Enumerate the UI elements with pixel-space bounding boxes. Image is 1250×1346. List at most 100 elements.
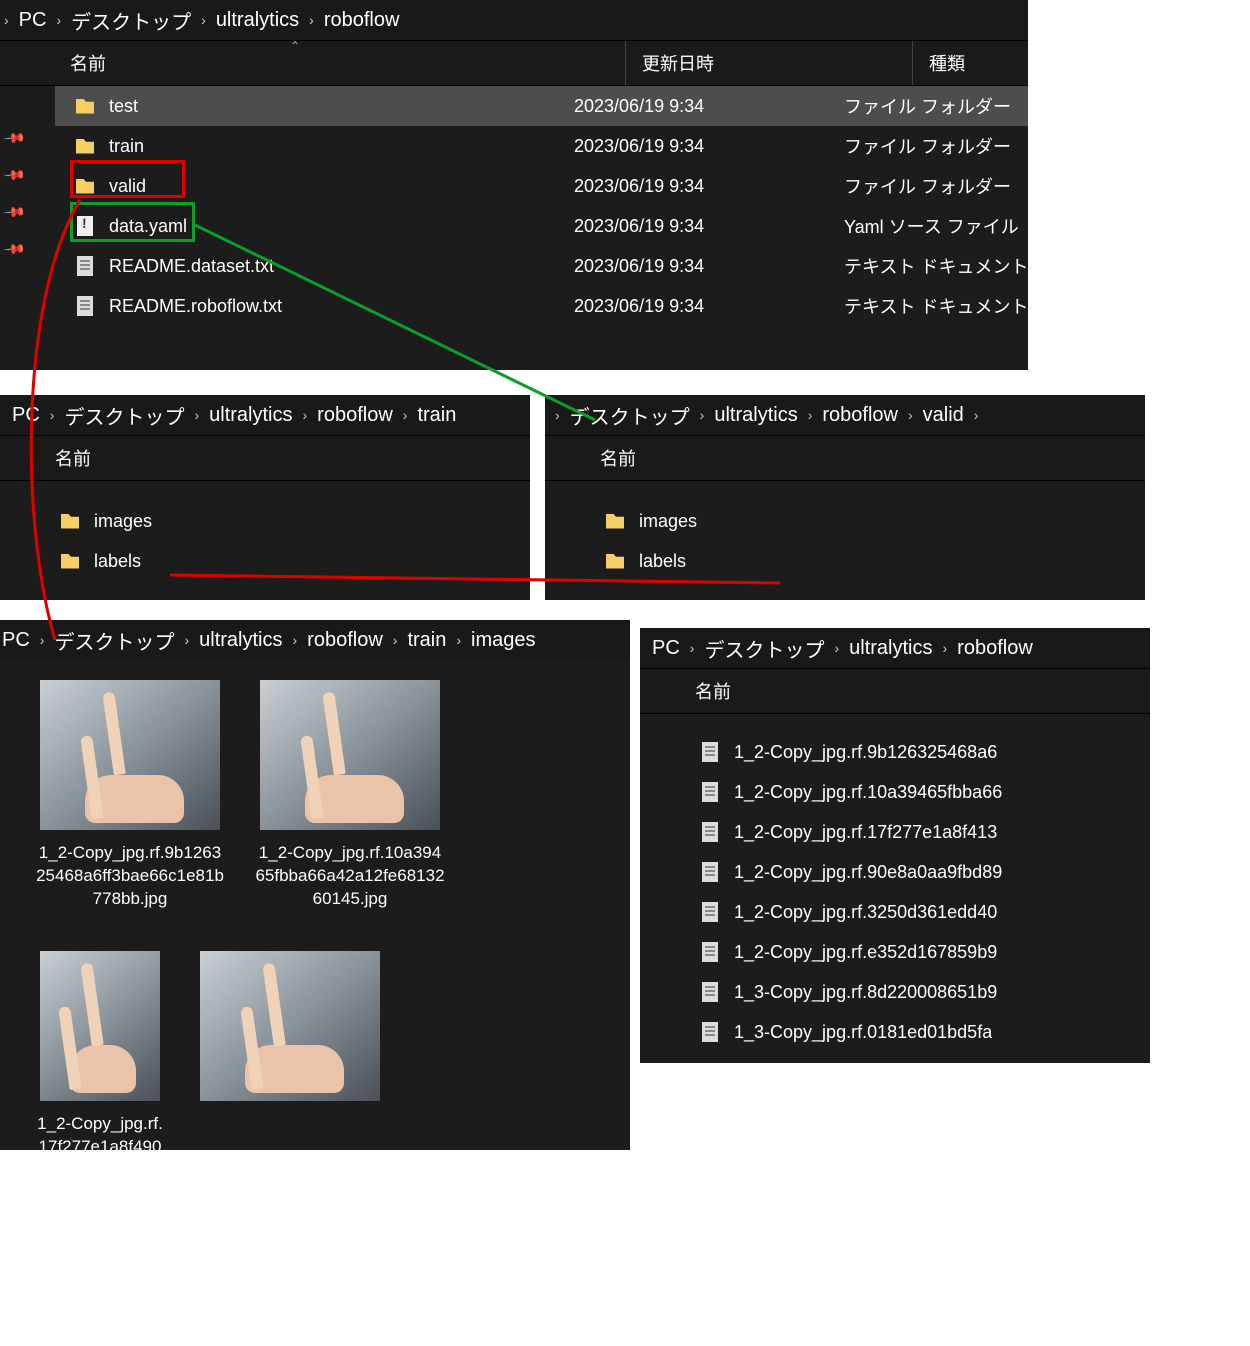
file-row[interactable]: test2023/06/19 9:34ファイル フォルダー — [55, 86, 1028, 126]
breadcrumb[interactable]: PC › デスクトップ › ultralytics › roboflow › t… — [0, 395, 530, 435]
file-name: test — [109, 96, 574, 117]
pin-icon: 📌 — [3, 126, 27, 150]
image-thumb[interactable]: 1_2-Copy_jpg.rf.9b126325468a6ff3bae66c1e… — [40, 680, 220, 911]
chevron-right-icon: › — [830, 640, 843, 656]
crumb-ultralytics[interactable]: ultralytics — [193, 629, 288, 652]
chevron-right-icon: › — [289, 632, 302, 648]
breadcrumb[interactable]: PC › デスクトップ › ultralytics › roboflow — [640, 628, 1150, 668]
highlight-train — [70, 160, 185, 198]
text-file-icon — [700, 742, 720, 762]
file-row[interactable]: 1_2-Copy_jpg.rf.17f277e1a8f413 — [680, 812, 1150, 852]
image-preview — [200, 951, 380, 1101]
column-name[interactable]: 名前 — [545, 445, 636, 471]
file-row[interactable]: 1_2-Copy_jpg.rf.90e8a0aa9fbd89 — [680, 852, 1150, 892]
image-preview — [40, 680, 220, 830]
file-row[interactable]: 1_2-Copy_jpg.rf.3250d361edd40 — [680, 892, 1150, 932]
crumb-desktop[interactable]: デスクトップ — [58, 401, 190, 430]
chevron-right-icon: › — [686, 640, 699, 656]
chevron-right-icon: › — [46, 407, 59, 423]
column-header-row: 名前 — [640, 668, 1150, 714]
file-row[interactable]: labels — [585, 541, 1145, 581]
file-row[interactable]: data.yaml2023/06/19 9:34Yaml ソース ファイル — [55, 206, 1028, 246]
file-row[interactable]: 1_3-Copy_jpg.rf.8d220008651b9 — [680, 972, 1150, 1012]
crumb-pc[interactable]: PC — [2, 629, 36, 652]
crumb-ultralytics[interactable]: ultralytics — [203, 404, 298, 427]
crumb-images[interactable]: images — [465, 629, 541, 652]
chevron-right-icon: › — [190, 407, 203, 423]
sort-caret-icon: ⌃ — [290, 39, 300, 53]
text-file-icon — [700, 1022, 720, 1042]
column-header-row: 名前 — [0, 435, 530, 481]
text-file-icon — [700, 862, 720, 882]
chevron-right-icon: › — [551, 407, 564, 423]
column-modified[interactable]: 更新日時 — [625, 41, 912, 85]
image-filename: 1_2-Copy_jpg.rf.17f277e1a8f4907e4da1ae32… — [35, 1101, 165, 1150]
breadcrumb[interactable]: › PC › デスクトップ › ultralytics › roboflow — [0, 0, 1028, 40]
file-name: 1_2-Copy_jpg.rf.17f277e1a8f413 — [734, 822, 997, 843]
crumb-ultralytics[interactable]: ultralytics — [708, 404, 803, 427]
crumb-valid[interactable]: valid — [917, 404, 970, 427]
crumb-ultralytics[interactable]: ultralytics — [210, 9, 305, 32]
file-row[interactable]: images — [40, 501, 530, 541]
file-list: imageslabels — [0, 481, 530, 581]
column-name[interactable]: 名前 — [0, 50, 625, 76]
column-header-row: ⌃ 名前 更新日時 種類 — [0, 40, 1028, 86]
image-thumb[interactable] — [200, 951, 380, 1150]
crumb-train[interactable]: train — [411, 404, 462, 427]
file-name: 1_3-Copy_jpg.rf.0181ed01bd5fa — [734, 1022, 992, 1043]
crumb-ultralytics[interactable]: ultralytics — [843, 637, 938, 660]
breadcrumb[interactable]: PC › デスクトップ › ultralytics › roboflow › t… — [0, 620, 630, 660]
pinned-sidebar: 📌 📌 📌 📌 — [0, 130, 30, 258]
file-row[interactable]: README.roboflow.txt2023/06/19 9:34テキスト ド… — [55, 286, 1028, 326]
file-modified: 2023/06/19 9:34 — [574, 216, 844, 237]
file-modified: 2023/06/19 9:34 — [574, 256, 844, 277]
file-row[interactable]: images — [585, 501, 1145, 541]
crumb-train[interactable]: train — [401, 629, 452, 652]
image-preview — [40, 951, 160, 1101]
explorer-valid: › デスクトップ › ultralytics › roboflow › vali… — [545, 395, 1145, 600]
file-modified: 2023/06/19 9:34 — [574, 136, 844, 157]
crumb-roboflow[interactable]: roboflow — [311, 404, 399, 427]
column-name[interactable]: 名前 — [640, 678, 731, 704]
crumb-roboflow[interactable]: roboflow — [951, 637, 1039, 660]
file-row[interactable]: 1_2-Copy_jpg.rf.10a39465fbba66 — [680, 772, 1150, 812]
crumb-desktop[interactable]: デスクトップ — [698, 634, 830, 663]
column-name[interactable]: 名前 — [0, 445, 91, 471]
file-list: 1_2-Copy_jpg.rf.9b126325468a6 1_2-Copy_jp… — [640, 714, 1150, 1052]
crumb-roboflow[interactable]: roboflow — [816, 404, 904, 427]
file-name: 1_2-Copy_jpg.rf.10a39465fbba66 — [734, 782, 1002, 803]
file-row[interactable]: 1_2-Copy_jpg.rf.9b126325468a6 — [680, 732, 1150, 772]
file-name: images — [639, 511, 697, 532]
crumb-pc[interactable]: PC — [6, 404, 46, 427]
crumb-desktop[interactable]: デスクトップ — [48, 626, 180, 655]
image-thumb[interactable]: 1_2-Copy_jpg.rf.10a39465fbba66a42a12fe68… — [260, 680, 440, 911]
crumb-roboflow[interactable]: roboflow — [301, 629, 389, 652]
chevron-right-icon: › — [970, 407, 983, 423]
breadcrumb[interactable]: › デスクトップ › ultralytics › roboflow › vali… — [545, 395, 1145, 435]
file-row[interactable]: labels — [40, 541, 530, 581]
file-row[interactable]: valid2023/06/19 9:34ファイル フォルダー — [55, 166, 1028, 206]
column-type[interactable]: 種類 — [912, 41, 1028, 85]
text-file-icon — [700, 782, 720, 802]
file-row[interactable]: 1_2-Copy_jpg.rf.e352d167859b9 — [680, 932, 1150, 972]
image-thumb[interactable]: 1_2-Copy_jpg.rf.17f277e1a8f4907e4da1ae32… — [40, 951, 160, 1150]
file-row[interactable]: 1_3-Copy_jpg.rf.0181ed01bd5fa — [680, 1012, 1150, 1052]
folder-icon — [60, 551, 80, 571]
file-row[interactable]: README.dataset.txt2023/06/19 9:34テキスト ドキ… — [55, 246, 1028, 286]
chevron-right-icon: › — [180, 632, 193, 648]
crumb-pc[interactable]: PC — [646, 637, 686, 660]
crumb-desktop[interactable]: デスクトップ — [65, 6, 197, 35]
file-name: 1_2-Copy_jpg.rf.3250d361edd40 — [734, 902, 997, 923]
chevron-right-icon: › — [804, 407, 817, 423]
explorer-train: PC › デスクトップ › ultralytics › roboflow › t… — [0, 395, 530, 600]
crumb-roboflow[interactable]: roboflow — [318, 9, 406, 32]
chevron-right-icon: › — [399, 407, 412, 423]
file-type: ファイル フォルダー — [844, 93, 1011, 119]
file-row[interactable]: train2023/06/19 9:34ファイル フォルダー — [55, 126, 1028, 166]
pin-icon: 📌 — [3, 163, 27, 187]
crumb-pc[interactable]: PC — [13, 9, 53, 32]
crumb-desktop[interactable]: デスクトップ — [564, 401, 696, 430]
folder-icon — [75, 136, 95, 156]
file-list: images labels — [545, 481, 1145, 581]
file-modified: 2023/06/19 9:34 — [574, 96, 844, 117]
